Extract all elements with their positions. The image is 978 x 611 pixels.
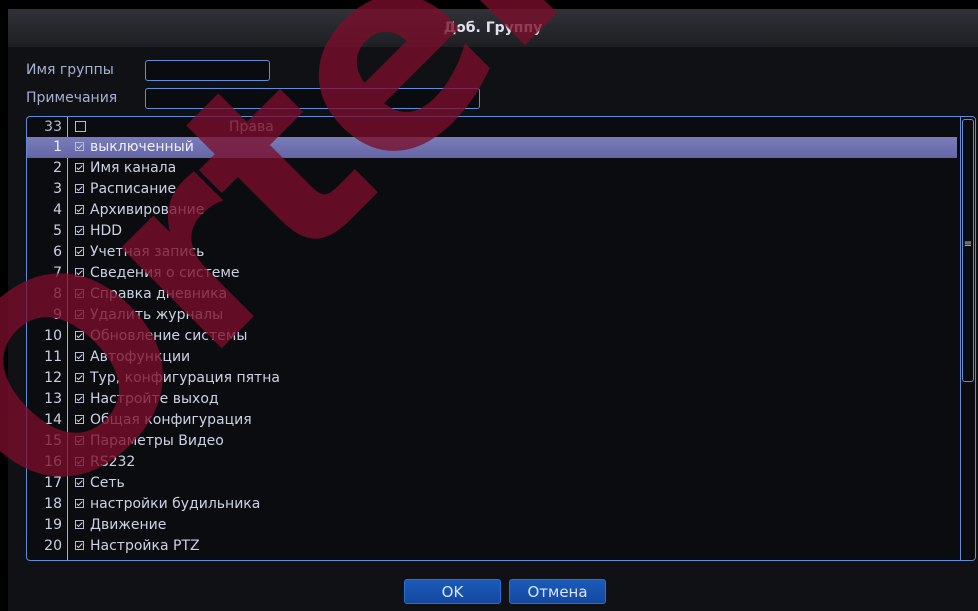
row-number: 11: [44, 349, 62, 365]
list-item[interactable]: 13 Настройте выход: [27, 389, 957, 410]
row-number: 14: [44, 412, 62, 428]
row-number: 16: [44, 454, 62, 470]
list-header: 33 Права: [27, 117, 957, 137]
permission-label: Обновление системы: [90, 328, 248, 344]
permission-checkbox[interactable]: [75, 163, 84, 172]
scrollbar-thumb[interactable]: ≡: [962, 119, 974, 382]
cancel-button[interactable]: Отмена: [509, 579, 606, 604]
list-item[interactable]: 16 RS232: [27, 452, 957, 473]
list-item[interactable]: 20 Настройка PTZ: [27, 536, 957, 557]
list-item[interactable]: 18 настройки будильника: [27, 494, 957, 515]
permission-checkbox[interactable]: [75, 310, 84, 319]
row-number: 17: [44, 475, 62, 491]
rights-list: 33 Права 1 выключенный 2 Имя канала 3 Расписа…: [26, 116, 976, 561]
permission-label: Параметры Видео: [90, 433, 224, 449]
row-number: 9: [53, 307, 62, 323]
permission-checkbox[interactable]: [75, 247, 84, 256]
permission-checkbox[interactable]: [75, 415, 84, 424]
permission-checkbox[interactable]: [75, 373, 84, 382]
permission-checkbox[interactable]: [75, 457, 84, 466]
row-number: 15: [44, 433, 62, 449]
permission-checkbox[interactable]: [75, 289, 84, 298]
permission-label: Сведения о системе: [90, 265, 240, 281]
row-number: 10: [44, 328, 62, 344]
permission-checkbox[interactable]: [75, 394, 84, 403]
permission-label: Общая конфигурация: [90, 412, 252, 428]
list-item[interactable]: 17 Сеть: [27, 473, 957, 494]
permission-checkbox[interactable]: [75, 478, 84, 487]
header-rights-label: Права: [229, 119, 274, 135]
list-item[interactable]: 6 Учетная запись: [27, 242, 957, 263]
group-name-input[interactable]: [145, 60, 270, 81]
list-item[interactable]: 7 Сведения о системе: [27, 263, 957, 284]
row-number: 12: [44, 370, 62, 386]
permission-checkbox[interactable]: [75, 205, 84, 214]
permission-checkbox[interactable]: [75, 268, 84, 277]
add-group-dialog: Доб. Группу Имя группы Примечания 33 Пра…: [0, 0, 978, 611]
list-item[interactable]: 14 Общая конфигурация: [27, 410, 957, 431]
list-item[interactable]: 19 Движение: [27, 515, 957, 536]
row-number: 20: [44, 538, 62, 554]
permission-checkbox[interactable]: [75, 352, 84, 361]
list-item[interactable]: 11 Автофункции: [27, 347, 957, 368]
permission-label: Имя канала: [90, 160, 177, 176]
row-number: 1: [53, 139, 62, 155]
list-item[interactable]: 15 Параметры Видео: [27, 431, 957, 452]
group-name-label: Имя группы: [26, 62, 114, 78]
row-number: 2: [53, 160, 62, 176]
list-item[interactable]: 2 Имя канала: [27, 158, 957, 179]
permission-label: Автофункции: [90, 349, 191, 365]
header-count: 33: [44, 119, 62, 135]
permission-label: Справка дневника: [90, 286, 228, 302]
select-all-checkbox[interactable]: [75, 121, 86, 132]
permission-checkbox[interactable]: [75, 436, 84, 445]
permission-label: Архивирование: [90, 202, 205, 218]
ok-button[interactable]: OK: [404, 579, 501, 604]
permission-label: Тур, конфигурация пятна: [90, 370, 280, 386]
list-item[interactable]: 9 Удалить журналы: [27, 305, 957, 326]
list-item[interactable]: 12 Тур, конфигурация пятна: [27, 368, 957, 389]
row-number: 18: [44, 496, 62, 512]
permission-label: выключенный: [90, 139, 194, 155]
permission-label: Удалить журналы: [90, 307, 224, 323]
notes-input[interactable]: [145, 88, 480, 109]
permission-label: Настройте выход: [90, 391, 219, 407]
row-number: 3: [53, 181, 62, 197]
permission-label: Настройка PTZ: [90, 538, 200, 554]
permission-checkbox[interactable]: [75, 541, 84, 550]
permission-checkbox[interactable]: [75, 142, 84, 151]
list-item[interactable]: 8 Справка дневника: [27, 284, 957, 305]
permission-checkbox[interactable]: [75, 331, 84, 340]
permission-label: Учетная запись: [90, 244, 205, 260]
row-number: 6: [53, 244, 62, 260]
permission-label: Сеть: [90, 475, 125, 491]
list-item[interactable]: 1 выключенный: [27, 137, 957, 158]
list-item[interactable]: 5 HDD: [27, 221, 957, 242]
dialog-title: Доб. Группу: [8, 9, 978, 47]
permission-label: настройки будильника: [90, 496, 261, 512]
permission-label: Расписание: [90, 181, 177, 197]
list-item[interactable]: 10 Обновление системы: [27, 326, 957, 347]
permission-checkbox[interactable]: [75, 226, 84, 235]
list-item[interactable]: 4 Архивирование: [27, 200, 957, 221]
row-number: 19: [44, 517, 62, 533]
permission-label: RS232: [90, 454, 136, 470]
list-item[interactable]: 3 Расписание: [27, 179, 957, 200]
row-number: 5: [53, 223, 62, 239]
permission-label: Движение: [90, 517, 167, 533]
row-number: 8: [53, 286, 62, 302]
row-number: 4: [53, 202, 62, 218]
permission-checkbox[interactable]: [75, 184, 84, 193]
permission-checkbox[interactable]: [75, 520, 84, 529]
list-scrollbar[interactable]: ≡: [960, 117, 975, 560]
notes-label: Примечания: [26, 90, 118, 106]
grip-icon: ≡: [963, 239, 973, 250]
row-number: 13: [44, 391, 62, 407]
permission-checkbox[interactable]: [75, 499, 84, 508]
permission-label: HDD: [90, 223, 123, 239]
row-number: 7: [53, 265, 62, 281]
